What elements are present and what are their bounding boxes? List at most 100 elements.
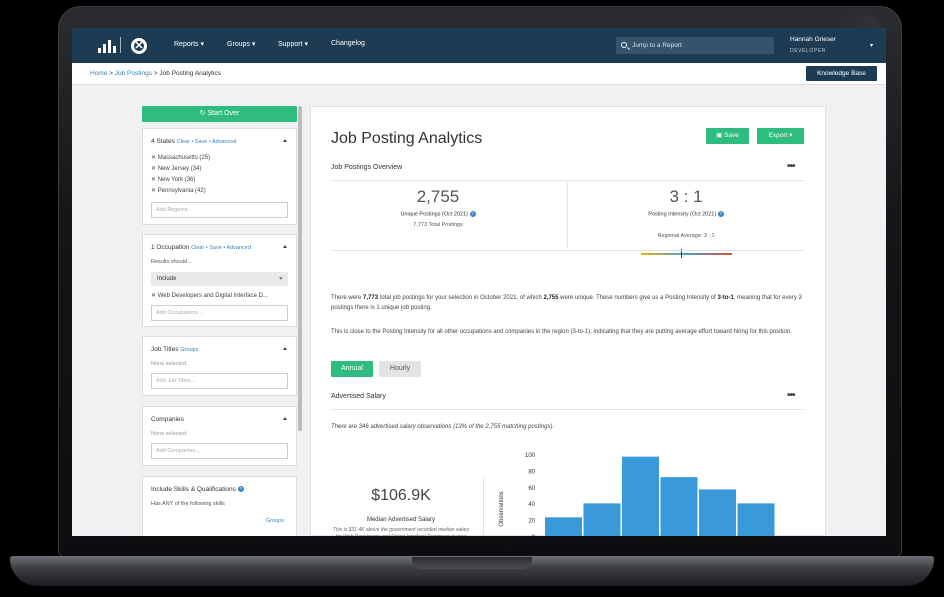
- y-tick-label: 100: [525, 453, 536, 459]
- posting-intensity-label: Posting Intensity (Oct 2021) ?: [648, 211, 724, 218]
- intensity-gauge: [641, 253, 732, 255]
- breadcrumb-job-postings[interactable]: Job Postings: [115, 70, 152, 77]
- user-role: DEVELOPER: [790, 48, 826, 54]
- state-chip[interactable]: ✕ New York (36): [151, 176, 195, 183]
- divider: [331, 180, 804, 181]
- states-panel: 4 States Clear • Save • Advanced ✕ Massa…: [142, 128, 297, 225]
- median-salary-value: $106.9K: [371, 487, 431, 504]
- breadcrumb-home[interactable]: Home: [90, 70, 107, 77]
- main-card: Job Posting Analytics ▣ Save Export ▾ Jo…: [310, 106, 826, 536]
- divider: [483, 477, 484, 536]
- overview-title: Job Postings Overview: [331, 164, 403, 171]
- collapse-icon[interactable]: [283, 347, 287, 350]
- skills-title: Include Skills & Qualifications ?: [151, 486, 244, 493]
- histogram-bar[interactable]: [660, 477, 698, 536]
- companies-title: Companies: [151, 416, 184, 423]
- save-button[interactable]: ▣ Save: [706, 128, 749, 144]
- companies-panel: Companies None selected. Add Companies..…: [142, 406, 297, 466]
- results-select[interactable]: Include: [151, 272, 288, 286]
- median-salary-note: This is $31.4K above the government reco…: [332, 527, 470, 536]
- add-occupations-input[interactable]: Add Occupations...: [151, 305, 288, 321]
- nav-reports[interactable]: Reports ▾: [174, 40, 204, 48]
- add-job-titles-input[interactable]: Add Job Titles...: [151, 373, 288, 389]
- median-salary-label: Median Advertised Salary: [366, 517, 436, 523]
- skills-panel: Include Skills & Qualifications ? Has AN…: [142, 476, 297, 536]
- occupation-title: 1 Occupation Clear • Save • Advanced: [151, 244, 251, 251]
- more-options-icon[interactable]: •••: [787, 161, 795, 172]
- add-regions-input[interactable]: Add Regions...: [151, 202, 288, 218]
- search-icon: [621, 42, 627, 48]
- none-selected: None selected.: [151, 431, 188, 437]
- salary-title: Advertised Salary: [331, 393, 386, 400]
- y-tick-label: 80: [528, 469, 535, 475]
- state-chip[interactable]: ✕ New Jersey (34): [151, 165, 201, 172]
- collapse-icon[interactable]: [283, 417, 287, 420]
- unique-postings-label: Unique Postings (Oct 2021) ?: [400, 211, 476, 218]
- histogram-bar[interactable]: [622, 456, 659, 536]
- brand-logo[interactable]: ✕: [98, 37, 158, 55]
- results-label: Results should...: [151, 259, 192, 265]
- search-input[interactable]: Jump to a Report: [616, 37, 774, 54]
- occupation-chip[interactable]: ✕ Web Developers and Digital Interface D…: [151, 292, 268, 299]
- state-chip[interactable]: ✕ Pennsylvania (42): [151, 187, 206, 194]
- none-selected: None selected.: [151, 361, 188, 367]
- breadcrumb-current: Job Posting Analytics: [159, 70, 221, 77]
- job-titles-groups-link[interactable]: Groups: [180, 347, 198, 353]
- overview-paragraph: There were 7,773 total job postings for …: [331, 295, 802, 311]
- occupation-panel: 1 Occupation Clear • Save • Advanced Res…: [142, 234, 297, 327]
- export-button[interactable]: Export ▾: [757, 128, 804, 144]
- histogram-bar[interactable]: [583, 503, 621, 536]
- collapse-icon[interactable]: [283, 245, 287, 248]
- skills-groups-link[interactable]: Groups: [266, 518, 284, 524]
- states-title: 4 States Clear • Save • Advanced: [151, 138, 237, 145]
- y-tick-label: 0: [532, 535, 536, 536]
- posting-intensity-value: 3 : 1: [669, 187, 703, 206]
- divider: [331, 409, 804, 410]
- nav-support[interactable]: Support ▾: [278, 40, 308, 48]
- job-titles-panel: Job Titles Groups None selected. Add Job…: [142, 336, 297, 396]
- breadcrumb-bar: Home > Job Postings > Job Posting Analyt…: [72, 63, 886, 85]
- laptop-notch: [412, 557, 532, 569]
- total-postings: 7,773 Total Postings: [413, 222, 463, 228]
- histogram-bar[interactable]: [545, 517, 582, 536]
- user-name[interactable]: Hannah Grieser: [790, 36, 836, 43]
- histogram-bar[interactable]: [699, 489, 736, 536]
- more-options-icon[interactable]: •••: [787, 390, 795, 401]
- tab-hourly[interactable]: Hourly: [379, 361, 421, 377]
- observations-note: There are 346 advertised salary observat…: [331, 424, 555, 430]
- salary-histogram: Observations 100 80 60 40 20 0: [499, 453, 775, 536]
- state-chip[interactable]: ✕ Massachusetts (25): [151, 154, 210, 161]
- info-icon[interactable]: ?: [717, 211, 724, 217]
- y-tick-label: 60: [528, 486, 535, 492]
- skills-sub: Has ANY of the following skills: [151, 501, 225, 507]
- unique-postings-value: 2,755: [416, 187, 460, 206]
- collapse-icon[interactable]: [283, 139, 287, 142]
- occupation-links[interactable]: Clear • Save • Advanced: [191, 245, 251, 251]
- breadcrumb: Home > Job Postings > Job Posting Analyt…: [90, 70, 221, 77]
- knowledge-base-button[interactable]: Knowledge Base: [806, 66, 877, 81]
- start-over-button[interactable]: ↻ Start Over: [142, 106, 297, 122]
- y-axis-label: Observations: [499, 491, 505, 526]
- divider: [567, 182, 568, 248]
- job-titles-title: Job Titles Groups: [151, 346, 199, 353]
- info-icon[interactable]: ?: [237, 486, 244, 493]
- info-icon[interactable]: ?: [469, 211, 476, 217]
- nav-groups[interactable]: Groups ▾: [227, 40, 255, 48]
- page-title: Job Posting Analytics: [331, 130, 483, 147]
- histogram-bar[interactable]: [737, 503, 775, 536]
- chevron-down-icon[interactable]: ▾: [870, 42, 873, 49]
- y-tick-label: 40: [528, 502, 535, 508]
- sidebar-scrollbar[interactable]: [298, 106, 302, 431]
- tab-annual[interactable]: Annual: [331, 361, 373, 377]
- states-links[interactable]: Clear • Save • Advanced: [177, 139, 237, 145]
- laptop-frame: ✕ Reports ▾ Groups ▾ Support ▾ Changelog…: [0, 0, 944, 597]
- add-companies-input[interactable]: Add Companies...: [151, 443, 288, 459]
- regional-average: Regional Average: 3 : 1: [657, 233, 715, 239]
- chevron-down-icon: [279, 277, 283, 280]
- intensity-paragraph: This is close to the Posting Intensity f…: [331, 329, 792, 335]
- y-tick-label: 20: [528, 519, 535, 525]
- divider: [331, 250, 804, 251]
- sidebar: ↻ Start Over 4 States Clear • Save • Adv…: [142, 106, 300, 536]
- nav-changelog[interactable]: Changelog: [331, 40, 365, 47]
- top-nav: ✕ Reports ▾ Groups ▾ Support ▾ Changelog…: [72, 28, 886, 63]
